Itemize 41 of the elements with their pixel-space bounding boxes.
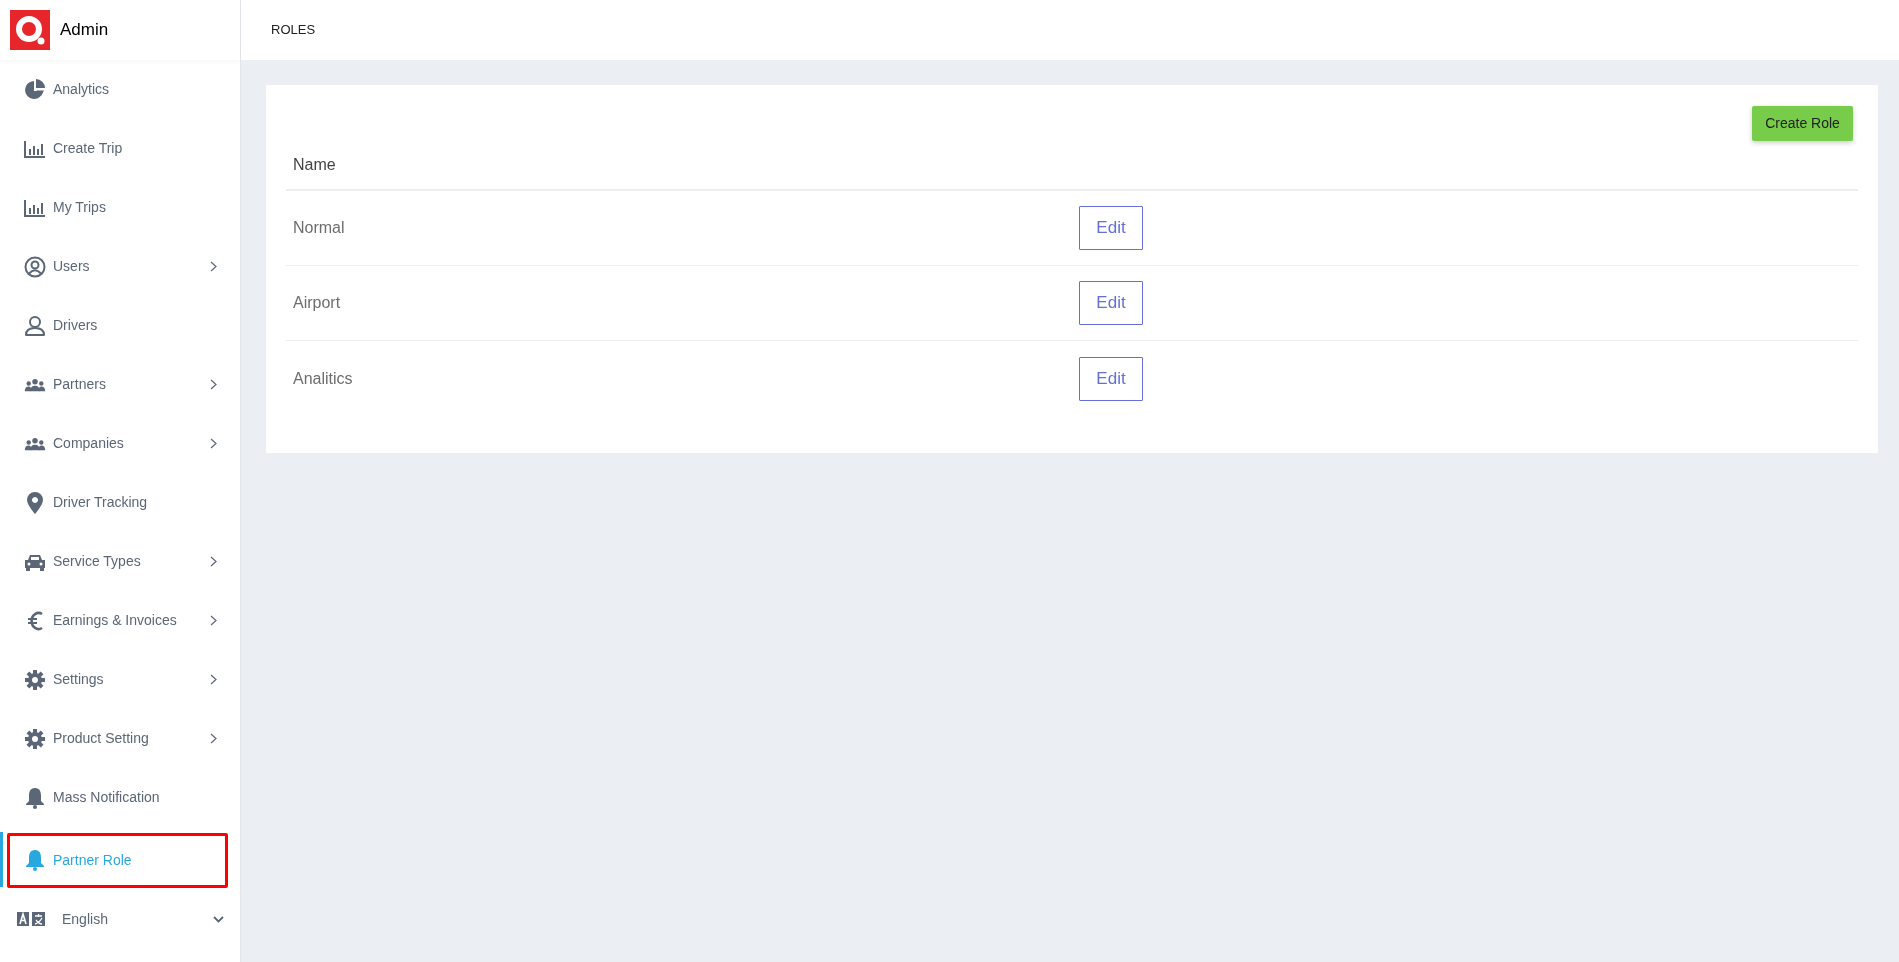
settings-icon bbox=[25, 728, 45, 749]
sidebar-item[interactable]: Settings bbox=[7, 652, 228, 707]
create-role-button[interactable]: Create Role bbox=[1752, 106, 1853, 141]
column-header: Name bbox=[292, 155, 336, 175]
bell-icon bbox=[25, 849, 45, 871]
brand-title: Admin bbox=[60, 19, 109, 42]
sidebar-item[interactable]: Users bbox=[7, 239, 228, 294]
translate-icon bbox=[17, 912, 45, 926]
users-group-icon bbox=[24, 376, 46, 393]
sidebar-item[interactable]: Create Trip bbox=[7, 121, 228, 176]
bar-chart-icon bbox=[24, 139, 46, 158]
car-icon bbox=[24, 552, 46, 571]
map-pin-icon bbox=[27, 491, 43, 514]
user-circle-icon bbox=[24, 255, 46, 278]
settings-icon bbox=[25, 669, 45, 690]
sidebar-item[interactable]: Product Setting bbox=[7, 711, 228, 766]
sidebar-item[interactable]: Drivers bbox=[7, 298, 228, 353]
logo-icon bbox=[10, 10, 50, 50]
sidebar-item[interactable]: Driver Tracking bbox=[7, 475, 228, 530]
page-title: ROLES bbox=[271, 21, 316, 40]
bell-icon bbox=[25, 786, 45, 809]
table-cell-text: Normal bbox=[292, 218, 346, 238]
sidebar-item[interactable]: Partners bbox=[7, 357, 228, 412]
sidebar-item[interactable]: Mass Notification bbox=[7, 770, 228, 825]
user-icon bbox=[24, 314, 46, 337]
edit-button[interactable]: Edit bbox=[1079, 206, 1143, 250]
users-group-icon bbox=[24, 435, 46, 452]
sidebar-item[interactable]: My Trips bbox=[7, 180, 228, 235]
edit-button[interactable]: Edit bbox=[1079, 281, 1143, 325]
chevron-down-icon bbox=[213, 915, 224, 923]
edit-button[interactable]: Edit bbox=[1079, 356, 1143, 401]
sidebar-item[interactable]: Service Types bbox=[7, 534, 228, 589]
sidebar-item[interactable]: Earnings & Invoices bbox=[7, 593, 228, 648]
language-select[interactable]: English bbox=[62, 908, 224, 930]
bar-chart-icon bbox=[24, 198, 46, 217]
table-cell-text: Analitics bbox=[292, 368, 354, 389]
table-cell-text: Airport bbox=[292, 293, 342, 313]
sidebar-item[interactable]: Companies bbox=[7, 416, 228, 471]
pie-chart-icon bbox=[24, 78, 46, 101]
euro-icon bbox=[27, 610, 43, 631]
sidebar-item[interactable]: Analytics bbox=[7, 62, 228, 117]
